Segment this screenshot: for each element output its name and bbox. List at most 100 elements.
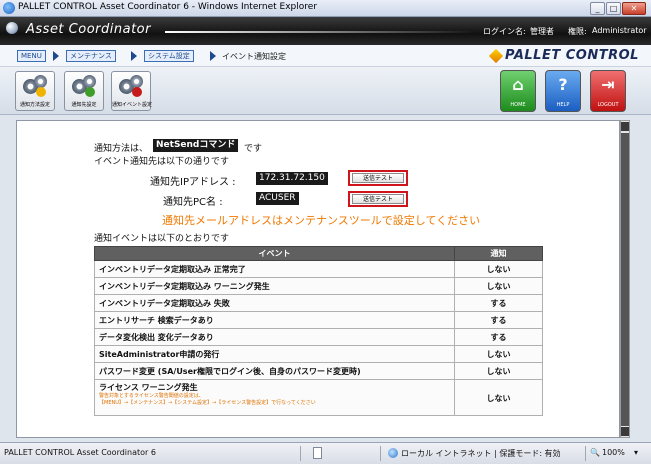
table-row: インベントリデータ定期取込み 失敗 する xyxy=(94,294,543,312)
maximize-button[interactable]: □ xyxy=(606,2,621,15)
zoom-level[interactable]: 100% xyxy=(602,448,625,457)
gear-icon xyxy=(119,75,145,99)
app-logo-icon xyxy=(6,22,18,34)
event-name: インベントリデータ定期取込み 失敗 xyxy=(94,294,455,312)
event-name: インベントリデータ定期取込み 正常完了 xyxy=(94,260,455,278)
minimize-button[interactable]: _ xyxy=(590,2,605,15)
event-notify: しない xyxy=(454,277,543,295)
toolbar: 通知方法設定 通知先設定 通知イベント設定 ⌂ HOME ? HELP ⇥ LO… xyxy=(0,67,651,115)
notify-method-label: 通知方法設定 xyxy=(19,102,50,108)
event-notify: する xyxy=(454,328,543,346)
security-zone[interactable]: ローカル イントラネット | 保護モード: 有効 xyxy=(401,448,561,459)
gear-icon xyxy=(72,75,98,99)
event-name: データ変化検出 変化データあり xyxy=(94,328,455,346)
scroll-down-icon[interactable] xyxy=(621,427,629,436)
home-icon: ⌂ xyxy=(512,75,524,94)
events-intro: 通知イベントは以下のとおりです xyxy=(94,234,230,244)
license-note-line2: 【MENU】→【メンテナンス】→【システム設定】→【ライセンス警告設定】で行なっ… xyxy=(99,400,316,406)
logout-label: LOGOUT xyxy=(597,102,619,108)
status-bar: PALLET CONTROL Asset Coordinator 6 ローカル … xyxy=(0,442,651,464)
header-swoosh xyxy=(165,31,475,33)
status-divider xyxy=(300,446,301,461)
ip-label: 通知先IPアドレス : xyxy=(150,177,236,188)
notify-dest-label: 通知先設定 xyxy=(71,102,97,108)
notify-method-button[interactable]: 通知方法設定 xyxy=(15,71,55,111)
method-prefix: 通知方法は、 xyxy=(94,144,149,154)
event-notify: する xyxy=(454,294,543,312)
ip-send-test-label: 送信テスト xyxy=(352,173,404,183)
table-row: ライセンス ワーニング発生 警告対象とするライセンス警告閾値の設定は、 【MEN… xyxy=(94,379,543,416)
ip-send-test-button[interactable]: 送信テスト xyxy=(348,170,408,186)
event-notify: しない xyxy=(454,260,543,278)
role-label: 権限: xyxy=(568,27,587,36)
event-cell: ライセンス ワーニング発生 警告対象とするライセンス警告閾値の設定は、 【MEN… xyxy=(94,379,455,416)
method-suffix: です xyxy=(244,144,263,154)
event-name: ライセンス ワーニング発生 xyxy=(99,383,198,392)
close-button[interactable]: ✕ xyxy=(622,2,646,15)
breadcrumb-arrow-icon xyxy=(210,51,216,61)
notify-event-label: 通知イベント設定 xyxy=(112,102,153,108)
notify-dest-button[interactable]: 通知先設定 xyxy=(64,71,104,111)
help-button[interactable]: ? HELP xyxy=(545,70,581,112)
breadcrumb-menu[interactable]: MENU xyxy=(17,50,46,62)
breadcrumb-system-settings[interactable]: システム設定 xyxy=(144,50,194,62)
brand-diamond-icon xyxy=(488,48,504,64)
scroll-up-icon[interactable] xyxy=(621,122,629,131)
event-name: インベントリデータ定期取込み ワーニング発生 xyxy=(94,277,455,295)
col-header-event: イベント xyxy=(94,246,455,261)
app-name: Asset Coordinator xyxy=(26,22,151,37)
logout-button[interactable]: ⇥ LOGOUT xyxy=(590,70,626,112)
logout-icon: ⇥ xyxy=(601,75,615,94)
gear-icon xyxy=(23,75,49,99)
breadcrumb-current: イベント通知設定 xyxy=(222,52,286,61)
dest-intro: イベント通知先は以下の通りです xyxy=(94,157,230,167)
license-note-line1: 警告対象とするライセンス警告閾値の設定は、 xyxy=(99,393,204,399)
event-name: エントリサーチ 検索データあり xyxy=(94,311,455,329)
ip-value: 172.31.72.150 xyxy=(256,172,328,185)
pc-value: ACUSER xyxy=(256,192,299,205)
login-value: 管理者 xyxy=(530,27,554,36)
event-notify: する xyxy=(454,311,543,329)
event-notify: しない xyxy=(454,379,543,416)
status-text: PALLET CONTROL Asset Coordinator 6 xyxy=(4,448,156,457)
brand-text: PALLET CONTROL xyxy=(505,48,639,63)
col-header-notify: 通知 xyxy=(454,246,543,261)
table-header-row: イベント 通知 xyxy=(94,246,543,261)
help-label: HELP xyxy=(556,102,570,108)
pc-send-test-button[interactable]: 送信テスト xyxy=(348,191,408,207)
role-value: Administrator xyxy=(592,26,647,35)
event-table: イベント 通知 インベントリデータ定期取込み 正常完了 しない インベントリデー… xyxy=(94,246,543,416)
table-row: インベントリデータ定期取込み 正常完了 しない xyxy=(94,260,543,278)
ie-icon xyxy=(3,2,15,14)
breadcrumb-maintenance[interactable]: メンテナンス xyxy=(66,50,116,62)
event-name: SiteAdministrator申請の発行 xyxy=(94,345,455,363)
app-header: Asset Coordinator ログイン名: 管理者 権限: Adminis… xyxy=(0,17,651,45)
event-notify: しない xyxy=(454,362,543,380)
event-name: パスワード変更 (SA/User権限でログイン後、自身のパスワード変更時) xyxy=(94,362,455,380)
home-label: HOME xyxy=(510,102,526,108)
mail-warning: 通知先メールアドレスはメンテナンスツールで設定してください xyxy=(162,214,481,227)
home-button[interactable]: ⌂ HOME xyxy=(500,70,536,112)
login-label: ログイン名: xyxy=(483,27,526,36)
table-row: SiteAdministrator申請の発行 しない xyxy=(94,345,543,363)
table-row: インベントリデータ定期取込み ワーニング発生 しない xyxy=(94,277,543,295)
event-notify: しない xyxy=(454,345,543,363)
table-row: エントリサーチ 検索データあり する xyxy=(94,311,543,329)
zoom-icon: 🔍 xyxy=(590,448,600,457)
breadcrumb-arrow-icon xyxy=(131,51,137,61)
notify-event-button[interactable]: 通知イベント設定 xyxy=(111,71,153,111)
table-row: パスワード変更 (SA/User権限でログイン後、自身のパスワード変更時) しな… xyxy=(94,362,543,380)
zoom-dropdown-icon[interactable]: ▾ xyxy=(634,448,638,457)
globe-icon xyxy=(388,448,398,458)
pc-label: 通知先PC名 : xyxy=(163,197,223,208)
scroll-thumb[interactable] xyxy=(621,133,629,426)
breadcrumb-arrow-icon xyxy=(53,51,59,61)
window-title: PALLET CONTROL Asset Coordinator 6 - Win… xyxy=(18,2,318,12)
window-titlebar: PALLET CONTROL Asset Coordinator 6 - Win… xyxy=(0,0,651,17)
status-divider xyxy=(585,446,586,461)
table-row: データ変化検出 変化データあり する xyxy=(94,328,543,346)
vertical-scrollbar[interactable] xyxy=(620,120,630,438)
status-divider xyxy=(380,446,381,461)
breadcrumb: MENU メンテナンス システム設定 イベント通知設定 PALLET CONTR… xyxy=(0,45,651,67)
help-icon: ? xyxy=(558,75,568,94)
